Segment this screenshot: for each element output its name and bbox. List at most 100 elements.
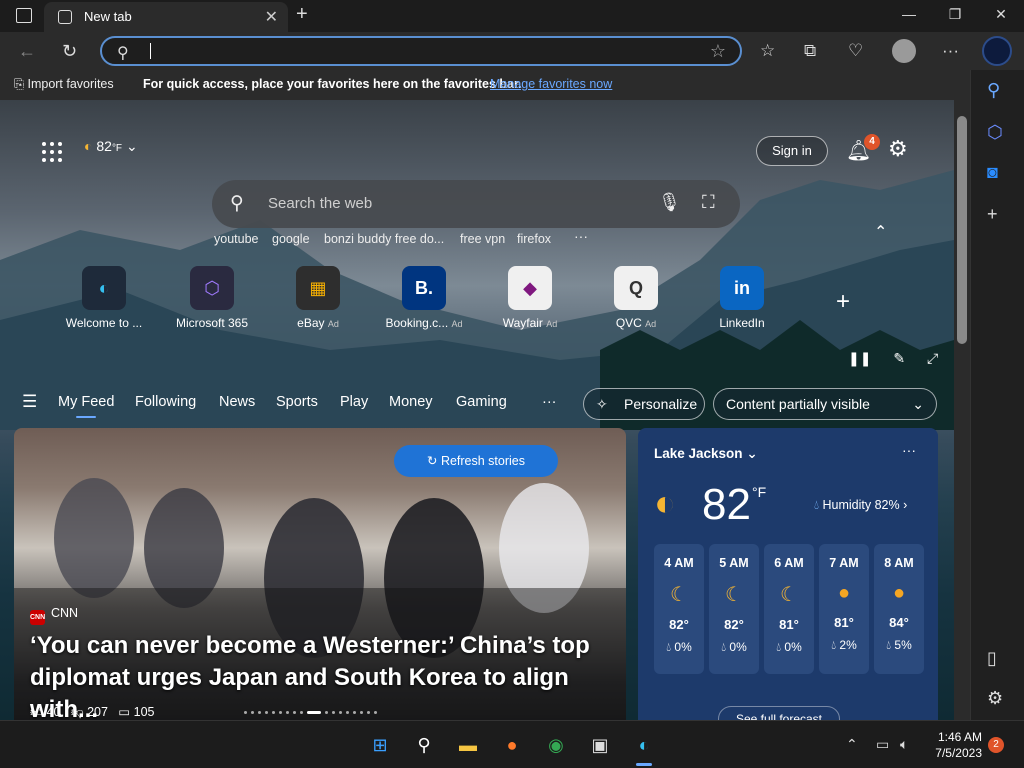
taskbar-search-icon[interactable]: ⚲ [410, 731, 438, 759]
back-arrow-icon[interactable]: ← [18, 41, 36, 62]
recent-search-item[interactable]: google [272, 232, 310, 246]
edge-taskbar-icon[interactable]: ◐ [630, 731, 658, 759]
refresh-stories-button[interactable]: ↻ Refresh stories [394, 445, 558, 477]
browser-essentials-icon[interactable]: ♡ [848, 41, 863, 61]
system-clock[interactable]: 1:46 AM 7/5/2023 [930, 729, 982, 761]
shortcut-tile[interactable]: ◆ Wayfair Ad [480, 266, 580, 330]
recent-search-item[interactable]: youtube [214, 232, 258, 246]
bing-chat-icon[interactable] [982, 36, 1012, 66]
microsoft-store-icon[interactable]: ▣ [586, 731, 614, 759]
volume-icon[interactable]: 🔈︎ [900, 736, 908, 753]
forecast-temp: 81° [779, 617, 799, 632]
collections-icon[interactable]: ⧉ [804, 41, 816, 61]
tab-new-tab[interactable]: New tab ✕ [44, 2, 288, 32]
weather-card[interactable]: Lake Jackson ⌄ ··· ◐ 82 °F 💧︎ Humidity 8… [638, 428, 938, 720]
profile-avatar[interactable] [892, 39, 916, 63]
refresh-icon[interactable]: ↻ [62, 41, 77, 62]
chevron-down-icon: ⌄ [912, 396, 924, 412]
scrollbar-thumb[interactable] [957, 116, 967, 344]
hourly-forecast-item[interactable]: 7 AM ● 81° 💧︎ 2% [819, 544, 869, 674]
page-scrollbar[interactable] [954, 100, 970, 720]
hourly-forecast-item[interactable]: 8 AM ● 84° 💧︎ 5% [874, 544, 924, 674]
news-card[interactable]: ↻ Refresh stories CNN CNN ‘You can never … [14, 428, 626, 720]
shortcut-tile[interactable]: ▦ eBay Ad [268, 266, 368, 330]
microphone-icon[interactable]: 🎙︎ [658, 192, 681, 213]
hourly-forecast-item[interactable]: 6 AM ☾ 81° 💧︎ 0% [764, 544, 814, 674]
apps-launcher-icon[interactable] [42, 142, 62, 162]
sidebar-add-icon[interactable]: + [987, 204, 998, 225]
tab-actions-icon[interactable] [16, 8, 32, 23]
humidity-label: Humidity 82% [822, 498, 900, 512]
tab-play[interactable]: Play [340, 394, 368, 410]
add-shortcut-button[interactable]: + [836, 288, 850, 316]
edit-background-icon[interactable]: ✎ [893, 350, 905, 366]
manage-favorites-link[interactable]: Manage favorites now [490, 77, 612, 91]
like-icon[interactable]: 👍︎ [30, 705, 43, 719]
shortcut-tile[interactable]: ⬡ Microsoft 365 [162, 266, 262, 330]
pause-icon[interactable]: ❚❚ [848, 350, 871, 366]
notification-center-badge[interactable]: 2 [988, 737, 1004, 753]
recent-search-item[interactable]: bonzi buddy free do... [324, 232, 444, 246]
firefox-icon[interactable]: ● [498, 731, 526, 759]
hourly-forecast-item[interactable]: 4 AM ☾ 82° 💧︎ 0% [654, 544, 704, 674]
import-favorites-button[interactable]: ⎘ Import favorites [14, 77, 114, 92]
network-icon[interactable]: ▭ [876, 736, 889, 753]
chevron-up-icon[interactable]: ⌃ [874, 222, 887, 242]
close-tab-icon[interactable]: ✕ [265, 7, 278, 27]
sign-in-button[interactable]: Sign in [756, 136, 828, 166]
minimize-button[interactable]: — [886, 6, 932, 22]
weather-more-button[interactable]: ··· [902, 442, 916, 458]
dislike-icon[interactable]: 👎︎ [71, 705, 84, 719]
moon-icon: ☾ [780, 584, 798, 606]
favorites-icon[interactable]: ☆ [760, 41, 775, 61]
news-source[interactable]: CNN CNN [30, 606, 78, 625]
shortcut-tile[interactable]: Q QVC Ad [586, 266, 686, 330]
text-caret [150, 43, 151, 59]
windows-start-icon[interactable]: ⊞ [366, 731, 394, 759]
visual-search-icon[interactable]: ⛶ [702, 192, 715, 213]
feed-menu-icon[interactable]: ☰ [22, 392, 37, 412]
recent-search-item[interactable]: free vpn [460, 232, 505, 246]
tab-gaming[interactable]: Gaming [456, 394, 507, 410]
address-input[interactable] [148, 42, 688, 60]
weather-location[interactable]: Lake Jackson ⌄ [654, 446, 758, 462]
content-visibility-dropdown[interactable]: Content partially visible ⌄ [713, 388, 937, 420]
maximize-button[interactable]: ❐ [932, 6, 978, 23]
page-settings-gear-icon[interactable]: ⚙ [888, 136, 908, 162]
sidebar-outlook-icon[interactable]: ◙ [987, 162, 998, 183]
address-bar[interactable]: ⚲ ☆ [100, 36, 742, 66]
shortcut-icon: ▦ [296, 266, 340, 310]
sidebar-settings-icon[interactable]: ⚙ [987, 688, 1003, 709]
more-searches-button[interactable]: ··· [574, 228, 588, 244]
tab-my-feed[interactable]: My Feed [58, 394, 114, 418]
new-tab-button[interactable]: + [296, 3, 308, 26]
expand-icon[interactable]: ⤢ [927, 350, 938, 366]
file-explorer-icon[interactable]: ▬ [454, 731, 482, 759]
more-menu-icon[interactable]: ··· [942, 41, 959, 61]
web-search-box[interactable]: ⚲ Search the web 🎙︎ ⛶ [212, 180, 740, 228]
personalize-button[interactable]: ✧ Personalize [583, 388, 705, 420]
sidebar-hide-icon[interactable]: ▯ [987, 648, 997, 669]
tab-news[interactable]: News [219, 394, 255, 410]
chrome-icon[interactable]: ◉ [542, 731, 570, 759]
tab-following[interactable]: Following [135, 394, 196, 410]
tab-money[interactable]: Money [389, 394, 433, 410]
shortcut-tile[interactable]: ◐ Welcome to ... [54, 266, 154, 330]
see-full-forecast-button[interactable]: See full forecast [718, 706, 840, 720]
shortcut-tile[interactable]: in LinkedIn [692, 266, 792, 330]
shortcut-tile[interactable]: B. Booking.c... Ad [374, 266, 474, 330]
header-weather[interactable]: ◐ 82°F ⌄ [84, 138, 138, 155]
add-favorite-star-icon[interactable]: ☆ [710, 41, 726, 62]
tab-sports[interactable]: Sports [276, 394, 318, 410]
comment-count: 105 [133, 705, 155, 719]
tray-chevron-up-icon[interactable]: ⌃ [846, 736, 858, 753]
sidebar-search-icon[interactable]: ⚲ [987, 80, 1000, 101]
comment-icon[interactable]: ▭ [118, 705, 130, 719]
recent-search-item[interactable]: firefox [517, 232, 551, 246]
carousel-pager[interactable] [244, 711, 377, 714]
more-tabs-button[interactable]: ··· [542, 394, 557, 410]
humidity[interactable]: 💧︎ Humidity 82% › [814, 498, 907, 513]
hourly-forecast-item[interactable]: 5 AM ☾ 82° 💧︎ 0% [709, 544, 759, 674]
sidebar-copilot-icon[interactable]: ⬡ [987, 122, 1003, 143]
close-window-button[interactable]: ✕ [978, 6, 1024, 23]
